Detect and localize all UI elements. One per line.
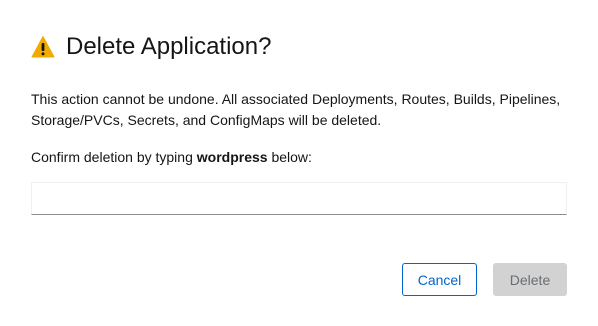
delete-button[interactable]: Delete [493,263,567,296]
confirm-name-input[interactable] [31,182,567,215]
warning-triangle-icon [31,35,55,59]
confirm-instruction: Confirm deletion by typing wordpress bel… [31,147,312,168]
dialog-title: Delete Application? [66,33,272,60]
confirm-prefix: Confirm deletion by typing [31,149,197,165]
confirm-app-name: wordpress [196,149,268,165]
confirm-suffix: below: [267,149,312,165]
dialog-header: Delete Application? [31,33,271,61]
cancel-button[interactable]: Cancel [402,263,477,296]
dialog-description: This action cannot be undone. All associ… [31,91,561,128]
delete-application-dialog: Delete Application? This action cannot b… [0,0,598,326]
